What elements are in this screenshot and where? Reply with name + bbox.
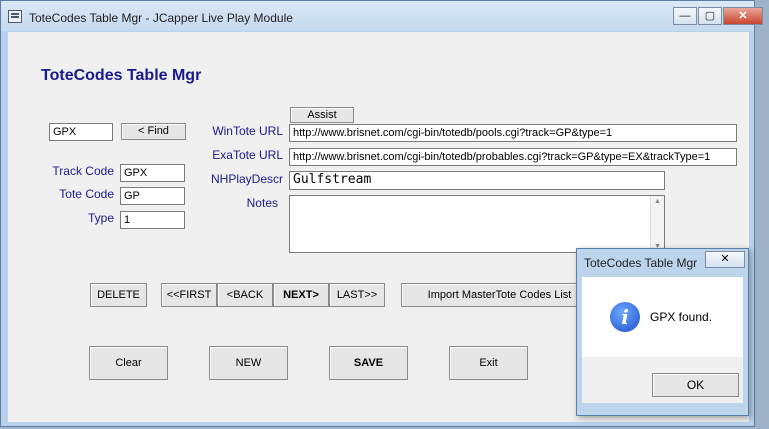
exatote-url-input[interactable]: http://www.brisnet.com/cgi-bin/totedb/pr… [289,148,737,166]
assist-button[interactable]: Assist [290,107,354,123]
tote-code-input[interactable]: GP [120,187,185,205]
find-button[interactable]: < Find [121,123,186,140]
app-icon [8,10,22,23]
delete-button[interactable]: DELETE [90,283,147,307]
type-label: Type [87,211,114,225]
type-input[interactable]: 1 [120,211,185,229]
close-button[interactable]: ✕ [723,7,763,25]
wintote-url-input[interactable]: http://www.brisnet.com/cgi-bin/totedb/po… [289,124,737,142]
minimize-button[interactable]: — [673,7,697,25]
first-button[interactable]: <<FIRST [161,283,217,307]
title-bar[interactable]: ToteCodes Table Mgr - JCapper Live Play … [1,1,763,31]
notes-label: Notes [246,196,278,210]
track-code-label: Track Code [52,164,114,178]
last-button[interactable]: LAST>> [329,283,385,307]
dialog-body: i GPX found. [582,277,743,357]
scroll-up-icon[interactable]: ▲ [654,198,661,205]
next-button[interactable]: NEXT> [273,283,329,307]
dialog-title: ToteCodes Table Mgr [584,256,698,270]
nhplaydescr-input[interactable]: Gulfstream [289,171,665,190]
new-button[interactable]: NEW [209,346,288,380]
message-dialog: ToteCodes Table Mgr ✕ i GPX found. OK [576,248,749,416]
dialog-message: GPX found. [650,310,713,324]
notes-textarea[interactable]: ▲ ▼ [289,195,665,253]
clear-button[interactable]: Clear [89,346,168,380]
import-mastertote-button[interactable]: Import MasterTote Codes List [401,283,598,307]
tote-code-label: Tote Code [59,187,114,201]
back-button[interactable]: <BACK [217,283,273,307]
page-title: ToteCodes Table Mgr [41,67,202,84]
find-input[interactable]: GPX [49,123,113,141]
exatote-url-label: ExaTote URL [212,148,283,162]
maximize-button[interactable]: ▢ [698,7,722,25]
window-title: ToteCodes Table Mgr - JCapper Live Play … [29,11,293,25]
save-button[interactable]: SAVE [329,346,408,380]
dialog-footer: OK [582,357,743,403]
nhplaydescr-label: NHPlayDescr [210,172,283,186]
info-icon: i [610,302,640,332]
exit-button[interactable]: Exit [449,346,528,380]
notes-scrollbar[interactable]: ▲ ▼ [650,196,664,252]
dialog-close-button[interactable]: ✕ [705,251,745,268]
track-code-input[interactable]: GPX [120,164,185,182]
ok-button[interactable]: OK [652,373,739,397]
wintote-url-label: WinTote URL [212,124,283,138]
